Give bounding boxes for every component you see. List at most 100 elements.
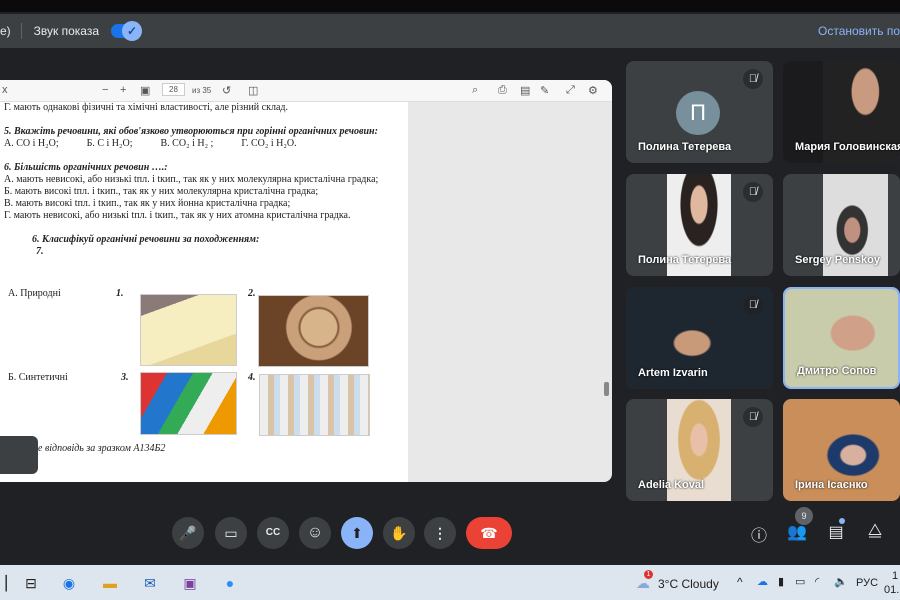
page-number-input[interactable]: 28 (162, 83, 185, 96)
butter-image (140, 294, 237, 366)
mail-icon[interactable]: ✉ (139, 573, 161, 593)
plastic-dishes-image (140, 372, 237, 435)
camera-icon: ▭ (224, 525, 238, 541)
settings-icon[interactable]: ⚙ (588, 84, 598, 97)
annotate-icon[interactable]: ✎ (540, 84, 549, 97)
top-strip (0, 0, 900, 12)
answer: Б. мають високі tпл. і tкип., так як у н… (4, 186, 319, 197)
zoom-app-icon[interactable]: ● (219, 573, 241, 593)
onedrive-icon[interactable]: ☁ (757, 575, 768, 588)
participant-tile[interactable]: Ірина Ісаєнко (783, 399, 900, 501)
fullscreen-icon[interactable]: ⤢ (566, 84, 575, 97)
participant-tile[interactable]: 🎙̸ Adelia Koval (626, 399, 773, 501)
microphone-button[interactable]: 🎤 (172, 517, 204, 549)
raise-hand-button[interactable]: ✋ (383, 517, 415, 549)
participant-tile[interactable]: Мария Головинская (783, 61, 900, 163)
notification-popup[interactable] (0, 436, 38, 474)
language-indicator[interactable]: РУС (856, 577, 878, 589)
participant-tile-active[interactable]: Дмитро Сопов (783, 287, 900, 389)
share-bar: e) Звук показа ✓ Остановить по (0, 14, 900, 48)
zoom-in-button[interactable]: + (120, 84, 126, 96)
file-explorer-icon[interactable]: ▬ (99, 573, 121, 593)
participant-name: Дмитро Сопов (797, 365, 877, 377)
activities-icon: ⧋ (867, 522, 883, 539)
chevron-up-icon[interactable]: ^ (737, 575, 743, 589)
participant-tile[interactable]: Sergey Penskoy (783, 174, 900, 276)
participant-name: Artem Izvarin (638, 367, 708, 379)
scrollbar[interactable] (604, 382, 609, 396)
participant-name: Sergey Penskoy (795, 254, 880, 266)
chat-icon: ▤ (828, 524, 844, 541)
question-7-number: 7. (36, 246, 44, 257)
save-app-icon[interactable]: ▣ (179, 573, 201, 593)
fit-page-icon[interactable]: ▣ (140, 84, 150, 97)
chat-notification-dot (839, 518, 845, 524)
wifi-icon[interactable]: ◜ (815, 575, 819, 588)
pdf-toolbar: x − + ▣ 28 из 35 ↺ ◫ ⌕ ⎙ ▤ ✎ ⤢ ⚙ (0, 80, 612, 102)
activities-button[interactable]: ⧋ (863, 522, 887, 540)
captions-button[interactable]: CC (257, 517, 289, 549)
mic-off-icon: 🎙̸ (743, 407, 763, 427)
page-count: из 35 (192, 86, 212, 95)
answer: Г. мають невисокі, або низькі tпл. і tки… (4, 210, 351, 221)
image-number: 4. (248, 372, 256, 383)
hand-icon: ✋ (390, 525, 408, 541)
emoji-icon: ☺ (306, 524, 324, 541)
participant-tile[interactable]: 🎙̸ Artem Izvarin (626, 287, 773, 389)
weather-badge: 1 (644, 570, 653, 579)
weather-text[interactable]: 3°C Cloudy (658, 577, 719, 591)
reactions-button[interactable]: ☺ (299, 517, 331, 549)
participant-name: Полина Тетерева (638, 141, 732, 153)
avatar: П (676, 91, 720, 135)
microphone-icon: 🎤 (179, 525, 197, 541)
participant-tile[interactable]: П 🎙̸ Полина Тетерева (626, 61, 773, 163)
category-a: А. Природні (8, 288, 61, 299)
more-vert-icon: ⋮ (433, 525, 447, 541)
question-6: 6. Більшість органічних речовин ….: (4, 162, 168, 173)
stop-sharing-button[interactable]: Остановить по (818, 24, 900, 38)
task-view-icon[interactable]: ⊟ (20, 573, 42, 593)
clock-date[interactable]: 01.1 (884, 584, 900, 596)
rotate-icon[interactable]: ↺ (222, 84, 231, 97)
present-icon: ⬆ (351, 525, 363, 541)
more-options-button[interactable]: ⋮ (424, 517, 456, 549)
answer: В. мають високі tпл. і tкип., так як у н… (4, 198, 291, 209)
end-call-button[interactable]: ☎ (466, 517, 512, 549)
people-icon: 👥 (787, 524, 807, 541)
start-icon[interactable]: ▏ (0, 573, 22, 593)
mic-off-icon: 🎙̸ (743, 295, 763, 315)
search-icon[interactable]: ⌕ (472, 84, 478, 97)
participant-tile[interactable]: 🎙̸ Полина Тетерева (626, 174, 773, 276)
info-button[interactable]: ⓘ (747, 522, 771, 546)
edge-icon[interactable]: ◉ (58, 573, 80, 593)
answer: А. мають невисокі, або низькі tпл. і tки… (4, 174, 379, 185)
participant-name: Adelia Koval (638, 479, 705, 491)
answer: В. CO₂ і H₂ ; (160, 138, 214, 149)
sound-label: Звук показа (33, 24, 100, 38)
info-icon: ⓘ (750, 528, 767, 545)
answer: Г. CO₂ і H₂O. (241, 138, 297, 149)
battery-icon[interactable]: ▭ (795, 575, 805, 588)
sound-toggle[interactable]: ✓ (111, 21, 143, 41)
close-icon[interactable]: x (2, 84, 8, 96)
two-page-icon[interactable]: ◫ (248, 84, 258, 97)
zoom-out-button[interactable]: − (102, 84, 108, 96)
question-7: 6. Класифікуй органічні речовини за похо… (32, 234, 260, 245)
check-icon: ✓ (122, 21, 143, 41)
people-button[interactable]: 👥 (785, 522, 809, 542)
save-icon[interactable]: ▤ (520, 84, 530, 97)
answer-hint: е відповідь за зразком А134Б2 (38, 443, 166, 454)
chat-button[interactable]: ▤ (824, 522, 848, 542)
microphone-tray-icon: ▮ (778, 576, 785, 588)
doc-line: Г. мають однакові фізичні та хімічні вла… (4, 102, 288, 113)
question-5: 5. Вкажіть речовини, які обов'язково утв… (4, 126, 378, 137)
image-number: 2. (248, 288, 256, 299)
volume-icon[interactable]: 🔈 (834, 575, 848, 588)
present-button[interactable]: ⬆ (341, 517, 373, 549)
print-icon[interactable]: ⎙ (498, 84, 507, 97)
participant-name: Полина Тетерева (638, 254, 732, 266)
camera-button[interactable]: ▭ (215, 517, 247, 549)
cosmetic-tubes-image (259, 374, 370, 436)
divider (20, 23, 22, 39)
clock-time[interactable]: 1 (892, 570, 898, 582)
